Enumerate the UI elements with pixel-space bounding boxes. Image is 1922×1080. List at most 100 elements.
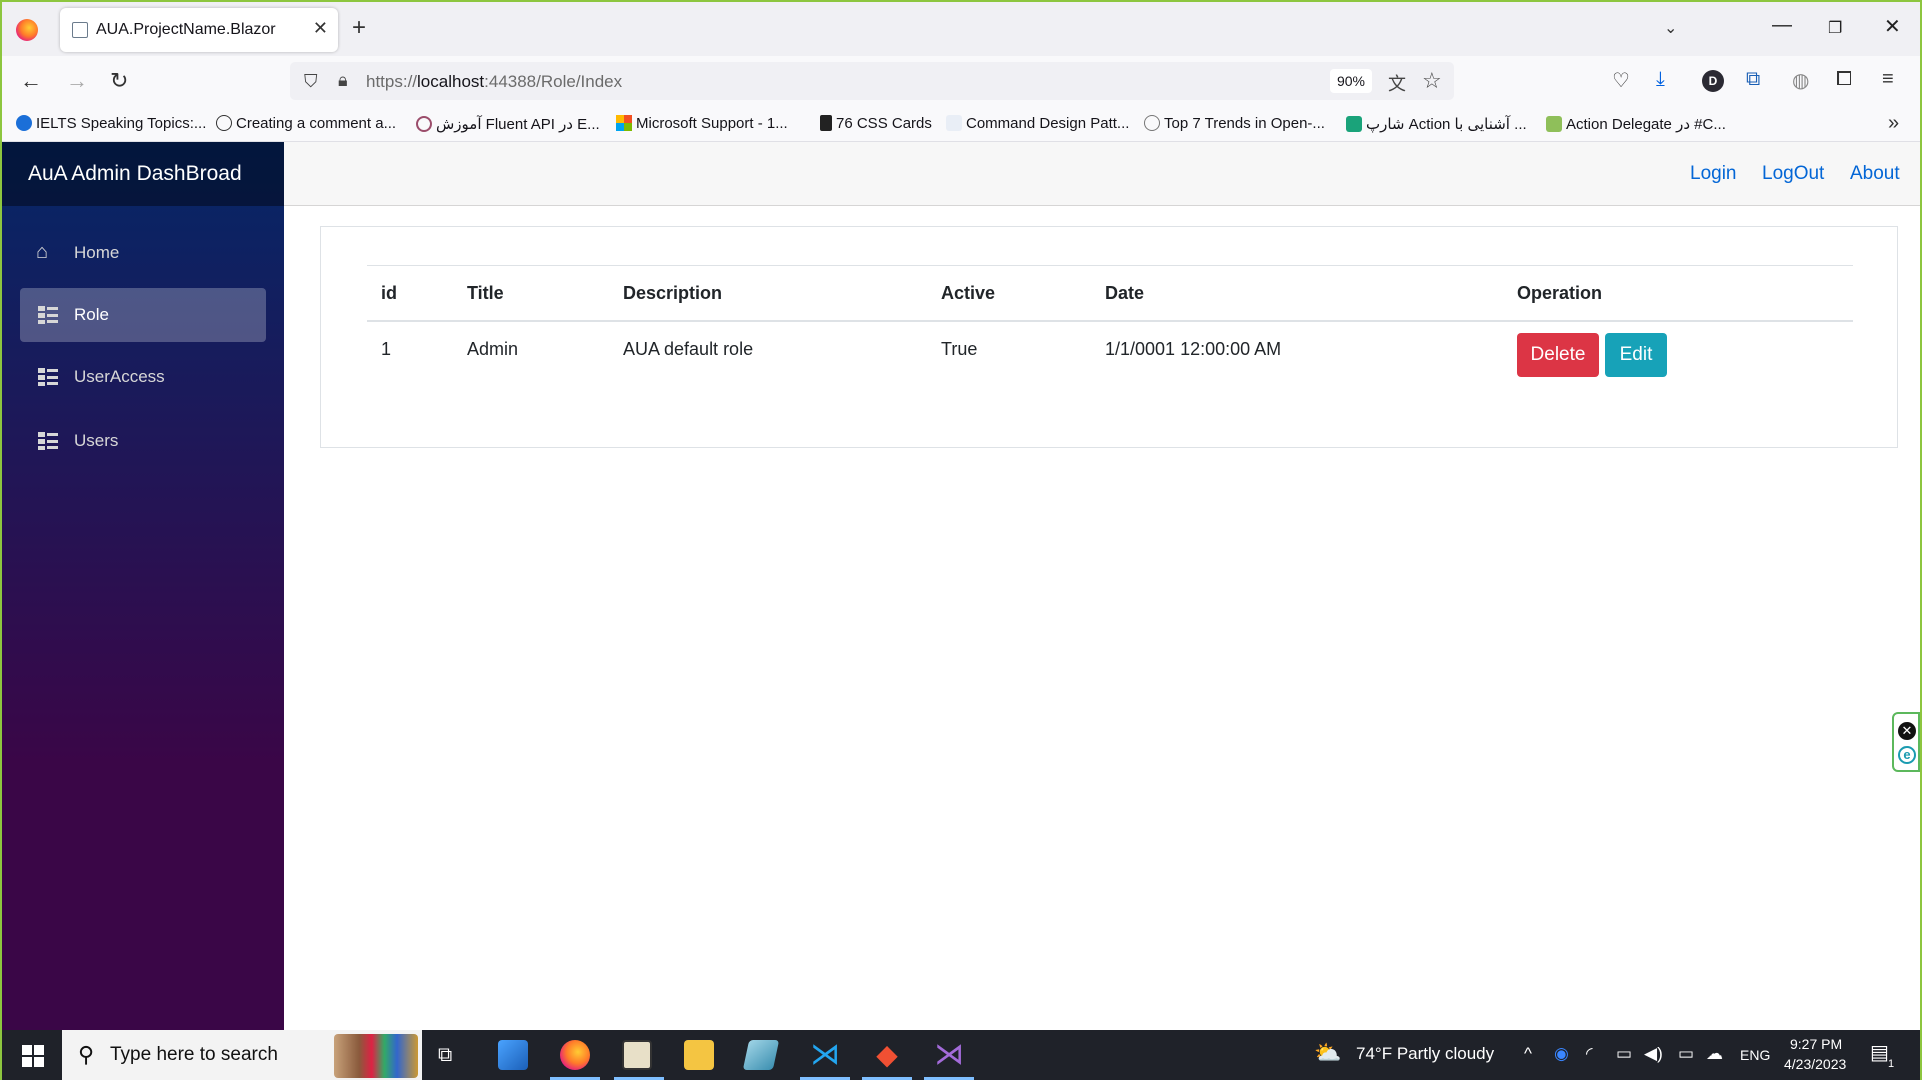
language-indicator[interactable]: ENG <box>1740 1047 1770 1063</box>
sidebar-item-label: Home <box>74 243 120 262</box>
page-icon <box>72 22 88 38</box>
login-link[interactable]: Login <box>1690 163 1737 185</box>
top-row: Login LogOut About <box>284 142 1920 206</box>
list-icon <box>38 306 58 324</box>
meet-icon[interactable]: ▭ <box>1616 1044 1632 1064</box>
minimize-icon[interactable]: — <box>1772 14 1792 37</box>
sidebar-item-role[interactable]: Role <box>20 288 266 342</box>
weather-icon[interactable]: ⛅ <box>1314 1040 1341 1066</box>
edge-icon[interactable]: e <box>1898 746 1916 764</box>
close-window-icon[interactable]: ✕ <box>1884 14 1901 39</box>
column-header-operation: Operation <box>1517 283 1603 303</box>
restore-icon[interactable]: ❐ <box>1828 18 1842 38</box>
column-header-active: Active <box>941 283 996 303</box>
close-circle-icon[interactable]: ✕ <box>1898 722 1916 740</box>
logout-link[interactable]: LogOut <box>1762 163 1824 185</box>
address-bar[interactable]: ⛉ 🔒︎ https://localhost:44388/Role/Index … <box>290 62 1454 100</box>
vscode-icon[interactable]: ⋊ <box>810 1040 840 1070</box>
table-top-border <box>367 265 1853 266</box>
translate-extension-icon[interactable]: ⧉ <box>1746 68 1760 91</box>
firefox-taskbar-icon[interactable] <box>560 1040 590 1070</box>
bookmark-item[interactable]: Top 7 Trends in Open-... <box>1144 115 1325 132</box>
bookmark-item[interactable]: 76 CSS Cards <box>820 115 932 132</box>
menu-icon[interactable]: ≡ <box>1882 68 1894 91</box>
more-bookmarks-icon[interactable]: » <box>1888 112 1899 135</box>
battery-icon[interactable]: ▭ <box>1678 1044 1694 1064</box>
column-header-id: id <box>381 283 397 303</box>
clapperboard-icon[interactable] <box>622 1040 652 1070</box>
url-text[interactable]: https://localhost:44388/Role/Index <box>366 72 622 92</box>
forward-icon[interactable]: → <box>66 68 88 94</box>
sidebar-item-label: UserAccess <box>74 367 165 386</box>
bookmark-item[interactable]: Creating a comment a... <box>216 115 396 132</box>
bookmark-item[interactable]: Action Delegate در #C... <box>1546 115 1726 133</box>
search-placeholder[interactable]: Type here to search <box>110 1044 278 1066</box>
lock-icon[interactable]: 🔒︎ <box>338 70 348 91</box>
file-explorer-icon[interactable] <box>684 1040 714 1070</box>
clock-date[interactable]: 4/23/2023 <box>1784 1056 1846 1072</box>
delete-button[interactable]: Delete <box>1517 333 1599 377</box>
search-highlight-image[interactable] <box>334 1034 418 1078</box>
role-card: id Title Description Active Date Operati… <box>320 226 1898 448</box>
windows-start-icon[interactable] <box>22 1045 44 1067</box>
bookmark-item[interactable]: Microsoft Support - 1... <box>616 115 788 132</box>
search-icon: ⚲ <box>78 1042 95 1067</box>
download-icon[interactable]: ⤓ <box>1656 68 1665 91</box>
new-tab-icon[interactable]: + <box>352 14 366 42</box>
account-avatar[interactable]: D <box>1702 70 1724 92</box>
sidebar-item-useraccess[interactable]: UserAccess <box>20 350 266 404</box>
browser-tab[interactable]: AUA.ProjectName.Blazor ✕ <box>60 8 338 52</box>
pocket-icon[interactable]: ♡ <box>1612 68 1630 93</box>
list-icon <box>38 368 58 386</box>
zoom-level[interactable]: 90% <box>1330 69 1372 93</box>
visual-studio-icon[interactable]: ⋊ <box>934 1040 964 1070</box>
home-icon: ⌂ <box>36 241 49 263</box>
bookmark-item[interactable]: IELTS Speaking Topics:... <box>16 115 206 132</box>
cell-description: AUA default role <box>623 339 754 359</box>
navigation-toolbar: ← → ↻ ⛉ 🔒︎ https://localhost:44388/Role/… <box>2 56 1920 106</box>
onedrive-icon[interactable]: ☁ <box>1706 1044 1723 1064</box>
network-icon[interactable]: ◜ <box>1586 1044 1593 1064</box>
back-icon[interactable]: ← <box>20 68 42 94</box>
column-header-title: Title <box>467 283 504 303</box>
task-view-icon[interactable]: ⧉ <box>438 1044 452 1067</box>
cell-id: 1 <box>381 339 392 359</box>
brand-title[interactable]: AuA Admin DashBroad <box>28 162 242 186</box>
bookmark-star-icon[interactable]: ☆ <box>1422 68 1442 94</box>
git-icon[interactable]: ◆ <box>872 1040 902 1070</box>
taskbar-search[interactable]: ⚲ Type here to search <box>62 1030 422 1080</box>
close-tab-icon[interactable]: ✕ <box>313 18 328 39</box>
globe-icon[interactable]: ◍ <box>1792 68 1809 93</box>
weather-text[interactable]: 74°F Partly cloudy <box>1356 1044 1494 1064</box>
extensions-icon[interactable]: ⧠ <box>1836 68 1852 91</box>
translate-icon[interactable]: 文 <box>1388 70 1406 96</box>
sidebar-item-label: Role <box>74 305 109 324</box>
column-header-date: Date <box>1105 283 1145 303</box>
cell-date: 1/1/0001 12:00:00 AM <box>1105 339 1282 359</box>
sidebar-item-home[interactable]: ⌂ Home <box>20 226 266 280</box>
sidebar-item-label: Users <box>74 431 119 450</box>
about-link[interactable]: About <box>1850 163 1900 185</box>
shield-icon[interactable]: ⛉ <box>304 71 318 92</box>
volume-icon[interactable]: ◀) <box>1644 1044 1663 1064</box>
reload-icon[interactable]: ↻ <box>110 68 128 94</box>
table-header-border <box>367 320 1853 322</box>
bookmarks-toolbar: IELTS Speaking Topics:... Creating a com… <box>2 106 1920 142</box>
bookmark-item[interactable]: Command Design Patt... <box>946 115 1129 132</box>
chevron-down-icon[interactable]: ⌄ <box>1664 18 1677 38</box>
notes-app-icon[interactable] <box>742 1040 780 1070</box>
brand-bar: AuA Admin DashBroad <box>2 142 284 206</box>
sidebar: AuA Admin DashBroad ⌂ Home Role UserAcce… <box>2 142 284 1030</box>
bookmark-item[interactable]: شارپ Action آشنایی با ... <box>1346 115 1527 133</box>
firefox-icon[interactable] <box>16 19 38 41</box>
bookmark-item[interactable]: آموزش Fluent API در E... <box>416 115 600 133</box>
edit-button[interactable]: Edit <box>1605 333 1667 377</box>
tab-strip: AUA.ProjectName.Blazor ✕ + ⌄ — ❐ ✕ <box>2 2 1920 56</box>
show-hidden-icons-icon[interactable]: ^ <box>1524 1044 1532 1064</box>
sidebar-item-users[interactable]: Users <box>20 414 266 468</box>
remote-desktop-icon[interactable] <box>498 1040 528 1070</box>
notifications-icon[interactable]: ▤ <box>1870 1040 1889 1065</box>
clock-time[interactable]: 9:27 PM <box>1790 1036 1842 1052</box>
cell-title: Admin <box>467 339 519 359</box>
app-tray-icon[interactable]: ◉ <box>1554 1044 1569 1064</box>
